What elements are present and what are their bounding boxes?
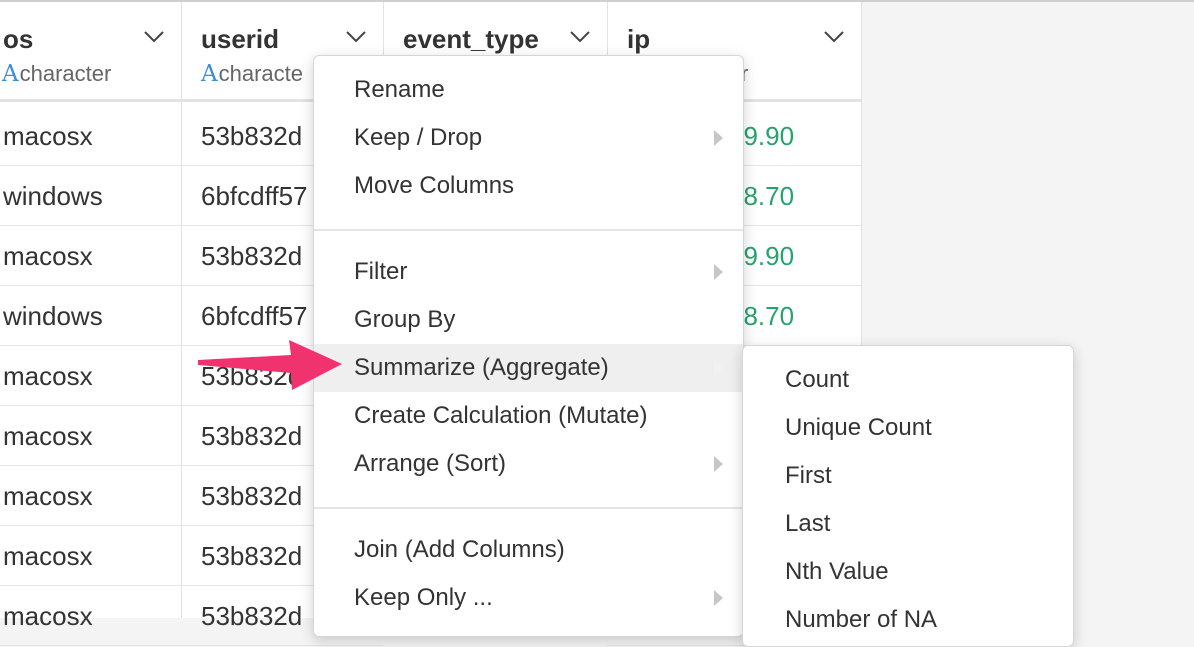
menu-item-keep-drop[interactable]: Keep / Drop — [314, 114, 743, 162]
summarize-submenu: Count Unique Count First Last Nth Value … — [742, 345, 1074, 647]
menu-item-group-by[interactable]: Group By — [314, 296, 743, 344]
character-type-icon: A — [2, 61, 19, 87]
table-cell[interactable]: windows — [0, 286, 181, 346]
menu-item-join[interactable]: Join (Add Columns) — [314, 526, 743, 574]
submenu-arrow-icon — [714, 456, 723, 472]
menu-item-arrange[interactable]: Arrange (Sort) — [314, 440, 743, 488]
column-type: Acharacter — [2, 61, 112, 87]
column-name: ip — [627, 24, 651, 54]
submenu-arrow-icon — [714, 360, 723, 376]
table-cell[interactable]: macosx — [0, 526, 181, 586]
chevron-down-icon[interactable] — [345, 28, 367, 44]
table-cell[interactable]: macosx — [0, 586, 181, 646]
table-cell[interactable]: macosx — [0, 226, 181, 286]
column-type: Acharacte — [201, 61, 304, 87]
submenu-arrow-icon — [714, 590, 723, 606]
table-cell[interactable]: macosx — [0, 406, 181, 466]
column-context-menu: Rename Keep / Drop Move Columns Filter G… — [313, 55, 744, 637]
menu-item-summarize[interactable]: Summarize (Aggregate) — [314, 344, 743, 392]
chevron-down-icon[interactable] — [823, 28, 845, 44]
menu-item-filter[interactable]: Filter — [314, 248, 743, 296]
menu-item-move-columns[interactable]: Move Columns — [314, 162, 743, 210]
submenu-item-number-of-na[interactable]: Number of NA — [743, 596, 1073, 644]
chevron-down-icon[interactable] — [569, 28, 591, 44]
submenu-item-last[interactable]: Last — [743, 500, 1073, 548]
column-os: os Acharacter macosx windows macosx wind… — [0, 2, 182, 646]
submenu-item-count[interactable]: Count — [743, 356, 1073, 404]
chevron-down-icon[interactable] — [143, 28, 165, 44]
submenu-item-nth-value[interactable]: Nth Value — [743, 548, 1073, 596]
column-name: event_type — [403, 24, 539, 54]
column-header-os[interactable]: os Acharacter — [0, 2, 181, 102]
submenu-item-first[interactable]: First — [743, 452, 1073, 500]
table-cell[interactable]: windows — [0, 166, 181, 226]
submenu-item-unique-count[interactable]: Unique Count — [743, 404, 1073, 452]
submenu-arrow-icon — [714, 264, 723, 280]
table-cell[interactable]: macosx — [0, 106, 181, 166]
menu-divider — [314, 507, 743, 509]
character-type-icon: A — [201, 61, 218, 87]
annotation-arrow-icon — [198, 340, 342, 390]
table-cell[interactable]: macosx — [0, 466, 181, 526]
table-cell[interactable]: macosx — [0, 346, 181, 406]
submenu-arrow-icon — [714, 130, 723, 146]
menu-item-create-calculation[interactable]: Create Calculation (Mutate) — [314, 392, 743, 440]
menu-divider — [314, 229, 743, 231]
column-name: userid — [201, 24, 280, 54]
menu-item-rename[interactable]: Rename — [314, 66, 743, 114]
menu-item-keep-only[interactable]: Keep Only ... — [314, 574, 743, 622]
column-name: os — [3, 24, 34, 54]
